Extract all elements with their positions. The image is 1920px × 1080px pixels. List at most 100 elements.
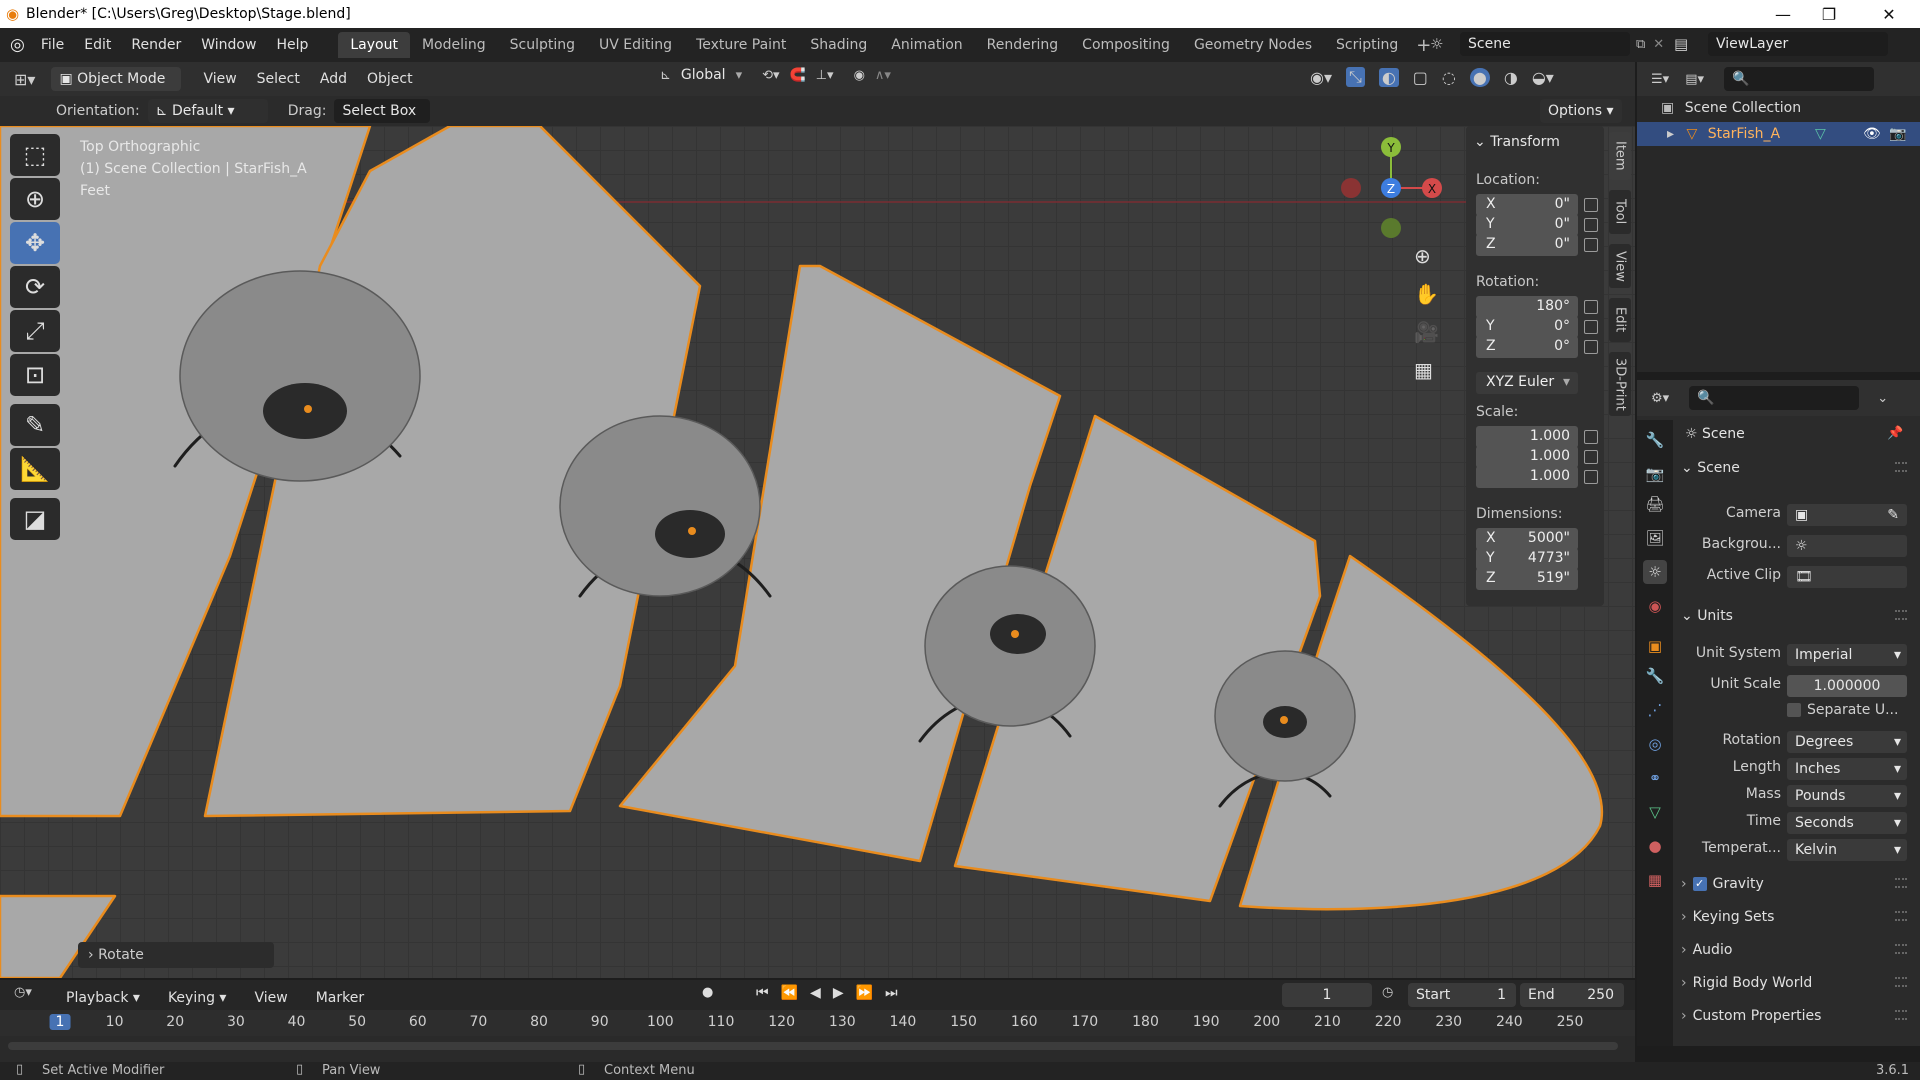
location-z-field-lock-icon[interactable] xyxy=(1584,238,1598,252)
rotation-units-dropdown[interactable]: Degrees ▾ xyxy=(1787,731,1907,753)
background-scene-field[interactable]: ☼ xyxy=(1787,535,1907,557)
menu-edit[interactable]: Edit xyxy=(74,32,121,58)
temperature-units-dropdown[interactable]: Kelvin ▾ xyxy=(1787,839,1907,861)
options-dropdown[interactable]: Options ▾ xyxy=(1540,99,1622,123)
drag-grip-icon[interactable] xyxy=(1895,911,1907,921)
current-frame-field[interactable]: 1 xyxy=(1282,983,1372,1007)
section-custom-properties[interactable]: › Custom Properties xyxy=(1681,1002,1913,1030)
rotation-z-field[interactable]: Z 0° xyxy=(1476,336,1578,358)
texture-tab-icon[interactable]: ▦ xyxy=(1643,868,1667,892)
timeline-editor-icon[interactable]: ◷▾ xyxy=(14,985,32,1000)
units-section-header[interactable]: ⌄ Units xyxy=(1681,602,1913,630)
dimension-y-field[interactable]: Y 4773" xyxy=(1476,548,1578,570)
drag-dropdown[interactable]: Select Box ▾ xyxy=(334,99,431,143)
location-y-field[interactable]: Y 0" xyxy=(1476,214,1578,236)
rotation-x-field-lock-icon[interactable] xyxy=(1584,300,1598,314)
properties-editor-icon[interactable]: ⚙▾ xyxy=(1651,391,1669,406)
new-scene-icon[interactable]: ⧉ xyxy=(1636,37,1645,52)
length-units-dropdown[interactable]: Inches ▾ xyxy=(1787,758,1907,780)
tab-compositing[interactable]: Compositing xyxy=(1070,32,1182,58)
maximize-button[interactable]: ❐ xyxy=(1806,0,1852,28)
properties-search-input[interactable]: 🔍 xyxy=(1689,386,1860,410)
preview-range-icon[interactable]: ◷ xyxy=(1382,985,1393,1000)
outliner-item-starfish[interactable]: ▸ ▽ StarFish_A ▽ 👁 📷 xyxy=(1637,122,1920,146)
location-z-field[interactable]: Z 0" xyxy=(1476,234,1578,256)
sidebar-tab-view[interactable]: View xyxy=(1609,244,1631,288)
transform-tool[interactable]: ⊡ xyxy=(10,354,60,396)
wireframe-shading-icon[interactable]: ◌ xyxy=(1442,68,1456,87)
scene-selector-icon[interactable]: ☼ xyxy=(1430,35,1460,53)
tab-scripting[interactable]: Scripting xyxy=(1324,32,1410,58)
render-tab-icon[interactable]: 📷 xyxy=(1643,462,1667,486)
sidebar-tab-item[interactable]: Item xyxy=(1609,132,1631,180)
timeline-menu-playback[interactable]: Playback ▾ xyxy=(56,985,150,1011)
mass-units-dropdown[interactable]: Pounds ▾ xyxy=(1787,785,1907,807)
gravity-checkbox[interactable]: ✓ xyxy=(1692,877,1707,891)
jump-keyframe-back-icon[interactable]: ⏪ xyxy=(781,985,798,1001)
render-camera-icon[interactable]: 📷 xyxy=(1889,122,1906,146)
rotation-y-field-lock-icon[interactable] xyxy=(1584,320,1598,334)
constraints-tab-icon[interactable]: ⚭ xyxy=(1643,766,1667,790)
pan-icon[interactable]: ✋ xyxy=(1414,282,1439,306)
sidebar-tab-edit[interactable]: Edit xyxy=(1609,298,1631,342)
view-layer-tab-icon[interactable]: 🖼 xyxy=(1643,526,1667,550)
unit-scale-field[interactable]: 1.000000 xyxy=(1787,675,1907,697)
scale-y-field-lock-icon[interactable] xyxy=(1584,450,1598,464)
menu-window[interactable]: Window xyxy=(191,32,266,58)
particles-tab-icon[interactable]: ⋰ xyxy=(1643,698,1667,722)
close-button[interactable]: ✕ xyxy=(1866,0,1912,28)
section-rigid-body-world[interactable]: › Rigid Body World xyxy=(1681,969,1913,997)
play-reverse-icon[interactable]: ◀ xyxy=(810,985,821,1001)
orientation-dropdown[interactable]: ⊾ Default ▾ xyxy=(147,99,268,123)
scale-x-field-lock-icon[interactable] xyxy=(1584,430,1598,444)
location-x-field-lock-icon[interactable] xyxy=(1584,198,1598,212)
scale-x-field[interactable]: 1.000 xyxy=(1476,426,1578,448)
drag-grip-icon[interactable] xyxy=(1895,1010,1907,1020)
transform-orientation-dropdown[interactable]: Global xyxy=(681,67,726,83)
measure-tool[interactable]: 📐 xyxy=(10,448,60,490)
tab-sculpting[interactable]: Sculpting xyxy=(498,32,587,58)
time-units-dropdown[interactable]: Seconds ▾ xyxy=(1787,812,1907,834)
jump-start-icon[interactable]: ⏮ xyxy=(756,985,769,1001)
rotation-mode-dropdown[interactable]: XYZ Euler ▾ xyxy=(1476,372,1578,394)
active-clip-field[interactable]: 🎞 xyxy=(1787,566,1907,588)
proportional-edit-icon[interactable]: ◉ xyxy=(854,68,865,83)
end-frame-field[interactable]: End 250 xyxy=(1520,983,1624,1007)
auto-keying-icon[interactable]: ● xyxy=(702,985,713,1000)
tab-geometry-nodes[interactable]: Geometry Nodes xyxy=(1182,32,1324,58)
world-tab-icon[interactable]: ◉ xyxy=(1643,594,1667,618)
ortho-toggle-icon[interactable]: ▦ xyxy=(1414,358,1433,382)
start-frame-field[interactable]: Start 1 xyxy=(1408,983,1516,1007)
blender-menu-icon[interactable]: ◎ xyxy=(10,35,25,55)
separate-units-checkbox[interactable] xyxy=(1787,703,1801,717)
viewport-menu-add[interactable]: Add xyxy=(310,66,357,92)
play-icon[interactable]: ▶ xyxy=(833,985,844,1001)
minimize-button[interactable]: — xyxy=(1760,0,1806,28)
frame-ruler[interactable]: 1 10 20 30 40 50 60 70 80 90 100 110 120 130 140 150 160… xyxy=(0,1010,1635,1036)
timeline-menu-keying[interactable]: Keying ▾ xyxy=(158,985,237,1011)
gizmo-toggle-icon[interactable]: ⤡ xyxy=(1346,67,1365,87)
falloff-icon[interactable]: ∧▾ xyxy=(875,68,891,83)
camera-view-icon[interactable]: 🎥 xyxy=(1414,320,1439,344)
snap-icon[interactable]: 🧲 xyxy=(790,68,806,83)
snap-target-icon[interactable]: ⊥▾ xyxy=(816,68,834,83)
menu-file[interactable]: File xyxy=(31,32,74,58)
rotation-x-field[interactable]: 180° xyxy=(1476,296,1578,318)
sidebar-tab-tool[interactable]: Tool xyxy=(1609,190,1631,234)
rendered-shading-icon[interactable]: ◒▾ xyxy=(1532,68,1554,87)
visibility-eye-icon[interactable]: 👁 xyxy=(1863,122,1881,146)
visibility-icon[interactable]: ◉▾ xyxy=(1310,68,1332,87)
view-layer-icon[interactable]: ▤ xyxy=(1674,35,1708,53)
scene-tab-icon[interactable]: ☼ xyxy=(1643,560,1667,584)
location-y-field-lock-icon[interactable] xyxy=(1584,218,1598,232)
jump-keyframe-forward-icon[interactable]: ⏩ xyxy=(856,985,873,1001)
zoom-icon[interactable]: ⊕ xyxy=(1414,244,1431,268)
properties-options-icon[interactable]: ⌄ xyxy=(1877,391,1888,406)
object-tab-icon[interactable]: ▣ xyxy=(1643,634,1667,658)
timeline-menu-marker[interactable]: Marker xyxy=(306,985,374,1011)
scene-section-header[interactable]: ⌄ Scene xyxy=(1681,454,1913,482)
timeline-menu-view[interactable]: View xyxy=(244,985,297,1011)
tab-texture-paint[interactable]: Texture Paint xyxy=(684,32,798,58)
physics-tab-icon[interactable]: ◎ xyxy=(1643,732,1667,756)
drag-grip-icon[interactable] xyxy=(1895,944,1907,954)
